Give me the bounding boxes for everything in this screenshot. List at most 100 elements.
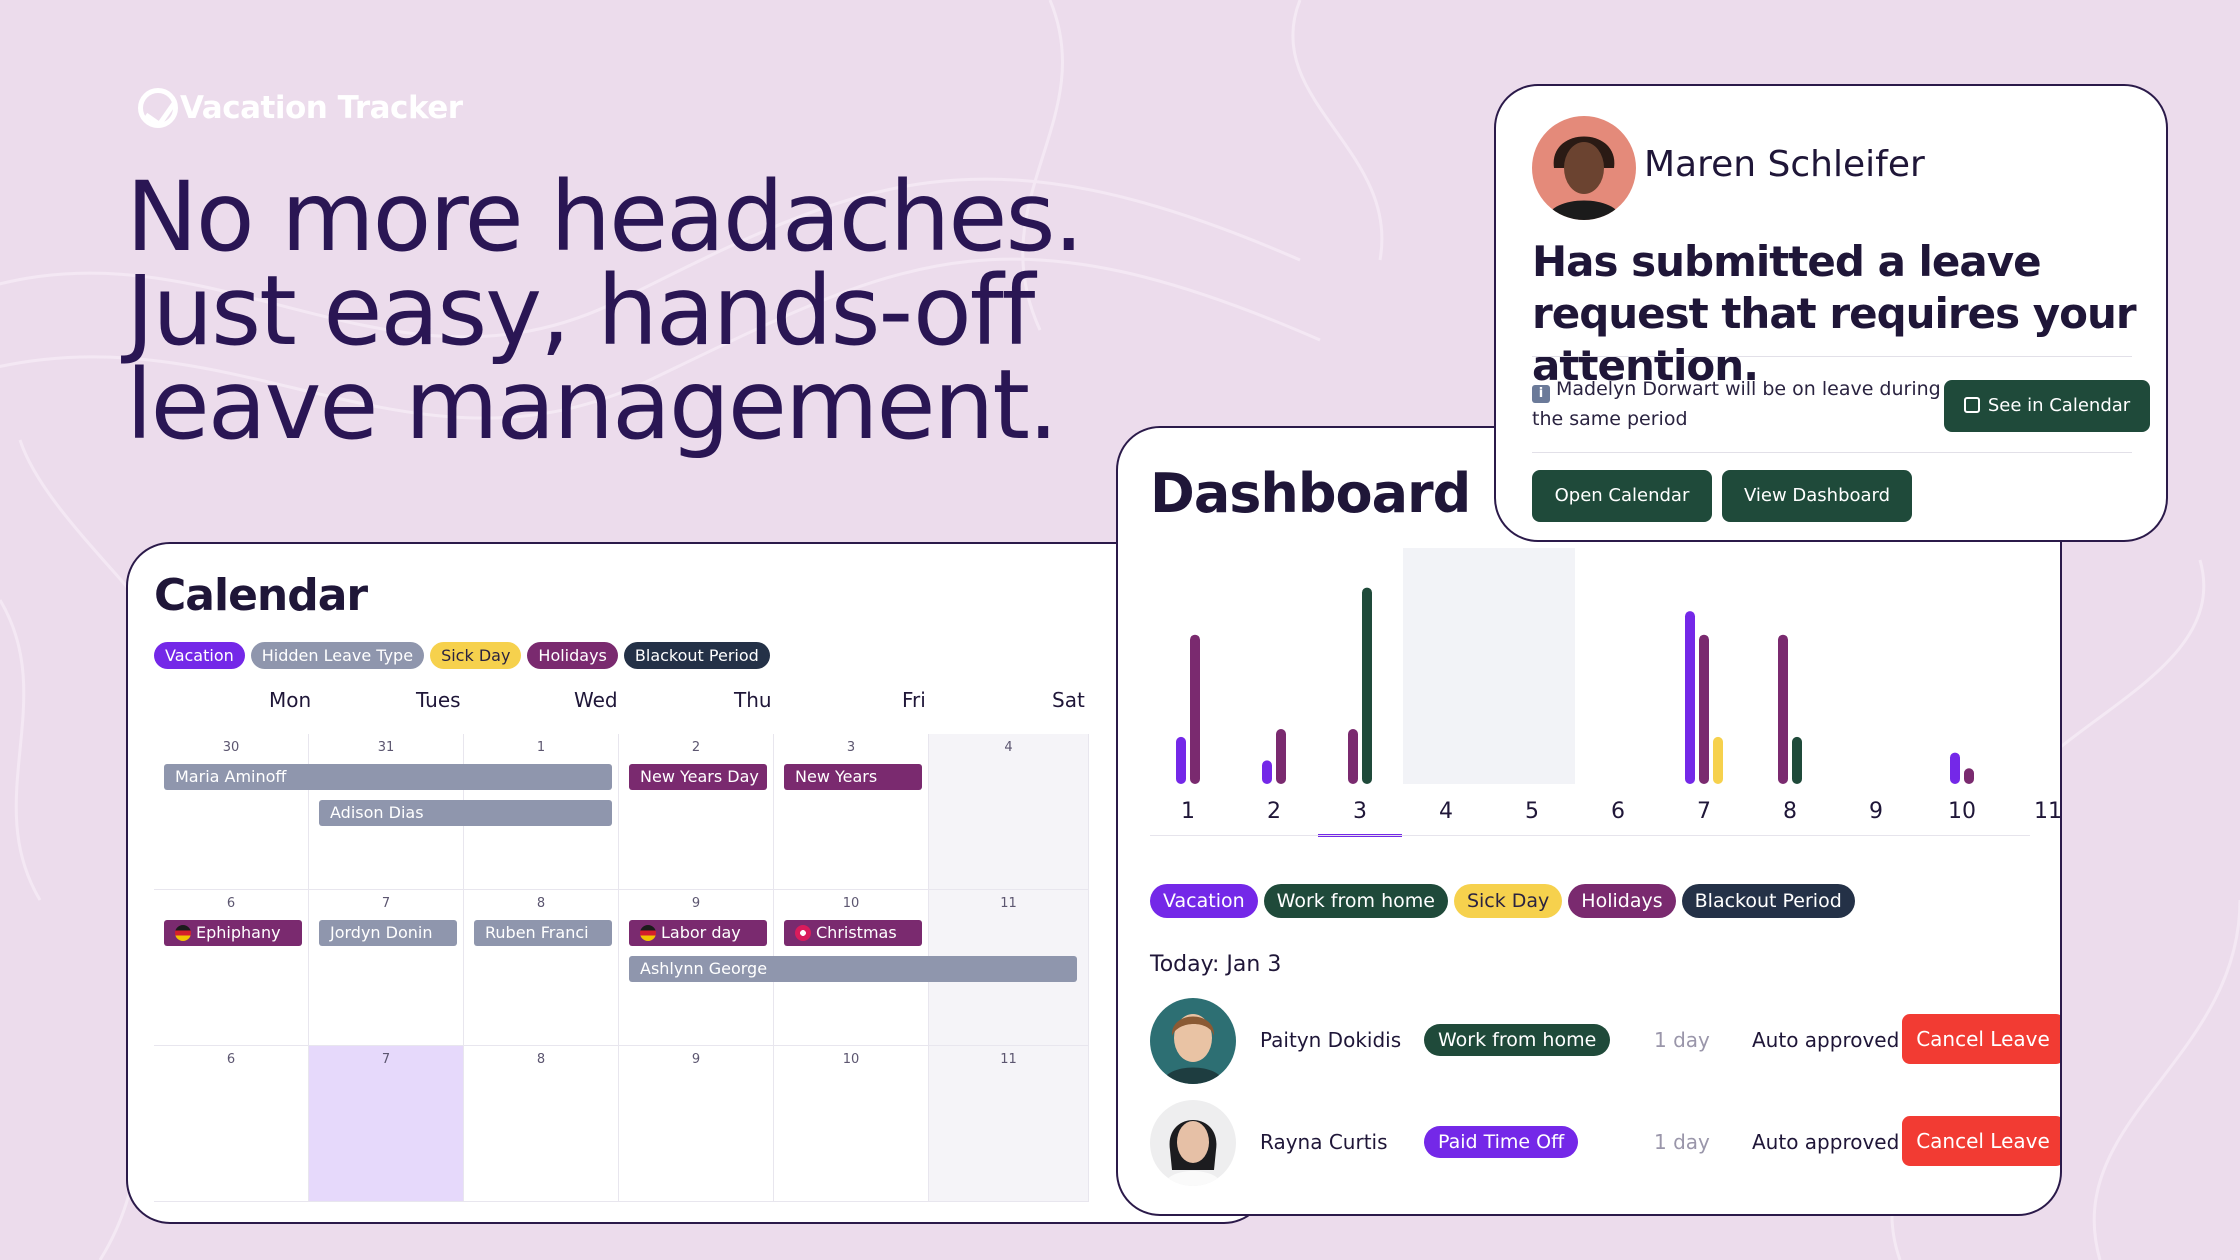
day-number: 8: [536, 896, 546, 911]
chart-bar[interactable]: [1362, 587, 1372, 784]
calendar-day-cell[interactable]: 8: [464, 1046, 619, 1202]
day-number: 11: [1000, 896, 1017, 911]
dashboard-legend: Vacation Work from home Sick Day Holiday…: [1150, 884, 1855, 918]
leave-type-badge: Work from home: [1424, 1024, 1611, 1056]
legend-vacation[interactable]: Vacation: [1150, 884, 1258, 918]
approval-status: Auto approved: [1752, 1028, 1900, 1052]
legend-holidays[interactable]: Holidays: [1568, 884, 1676, 918]
weekday-tues: Tues: [416, 688, 461, 712]
chart-bar[interactable]: [1950, 752, 1960, 784]
x-tick-label[interactable]: 4: [1439, 799, 1453, 824]
calendar-day-cell[interactable]: 11: [929, 1046, 1089, 1202]
view-dashboard-button[interactable]: View Dashboard: [1722, 470, 1912, 522]
open-calendar-button[interactable]: Open Calendar: [1532, 470, 1712, 522]
calendar-event[interactable]: Labor day: [629, 920, 767, 946]
flag-icon: [640, 925, 656, 941]
calendar-day-cell[interactable]: 7: [309, 890, 464, 1046]
legend-holidays[interactable]: Holidays: [527, 642, 618, 669]
chart-bar[interactable]: [1190, 634, 1200, 784]
x-tick-label[interactable]: 10: [1948, 799, 1976, 824]
brand-logo: Vacation Tracker: [138, 88, 463, 128]
calendar-day-cell[interactable]: 6: [154, 890, 309, 1046]
x-tick-label[interactable]: 6: [1611, 799, 1625, 824]
info-icon: i: [1532, 385, 1550, 403]
day-number: 4: [1004, 740, 1013, 755]
calendar-day-cell[interactable]: 3: [774, 734, 929, 890]
day-number: 10: [842, 1052, 860, 1067]
day-number: 7: [381, 1052, 391, 1067]
calendar-day-cell[interactable]: 2: [619, 734, 774, 890]
person-avatar-icon: [1532, 116, 1636, 220]
avatar: [1150, 998, 1236, 1084]
blackout-period-band: [1403, 548, 1575, 784]
cancel-leave-button[interactable]: Cancel Leave: [1902, 1014, 2060, 1064]
chart-bar[interactable]: [1276, 729, 1286, 784]
day-number: 1: [536, 740, 546, 755]
event-label: Labor day: [661, 923, 741, 942]
calendar-event[interactable]: Jordyn Donin: [319, 920, 457, 946]
calendar-event[interactable]: New Years: [784, 764, 922, 790]
employee-name: Rayna Curtis: [1260, 1130, 1388, 1154]
employee-name: Paityn Dokidis: [1260, 1028, 1402, 1052]
x-tick-label[interactable]: 1: [1181, 799, 1195, 824]
calendar-day-cell[interactable]: 9: [619, 1046, 774, 1202]
headline-line-2: Just easy, hands-off: [126, 255, 1035, 367]
cancel-leave-button[interactable]: Cancel Leave: [1902, 1116, 2060, 1166]
calendar-day-cell[interactable]: 8: [464, 890, 619, 1046]
calendar-event[interactable]: New Years Day: [629, 764, 767, 790]
chart-bar[interactable]: [1964, 768, 1974, 784]
calendar-day-cell[interactable]: 6: [154, 1046, 309, 1202]
x-tick-label[interactable]: 11: [2034, 799, 2062, 824]
legend-sick-day[interactable]: Sick Day: [1453, 884, 1563, 918]
day-number: 7: [381, 896, 391, 911]
calendar-event[interactable]: Maria Aminoff: [164, 764, 612, 790]
leave-row: Rayna Curtis Paid Time Off 1 day Auto ap…: [1150, 1100, 2060, 1188]
calendar-event[interactable]: Adison Dias: [319, 800, 612, 826]
calendar-event[interactable]: Ruben Franci: [474, 920, 612, 946]
x-tick-label[interactable]: 3: [1353, 799, 1367, 824]
dashboard-title: Dashboard: [1150, 462, 1471, 525]
chart-bar[interactable]: [1685, 611, 1695, 784]
calendar-day-cell[interactable]: 30: [154, 734, 309, 890]
calendar-event[interactable]: Ashlynn George: [629, 956, 1077, 982]
leave-duration: 1 day: [1654, 1028, 1710, 1052]
calendar-event[interactable]: Christmas: [784, 920, 922, 946]
calendar-day-cell[interactable]: 7: [309, 1046, 464, 1202]
x-tick-label[interactable]: 9: [1869, 799, 1883, 824]
headline-line-1: No more headaches.: [126, 161, 1084, 273]
x-tick-label[interactable]: 2: [1267, 799, 1281, 824]
person-avatar-icon: [1150, 998, 1236, 1084]
legend-blackout-period[interactable]: Blackout Period: [623, 642, 770, 669]
legend-hidden-leave-type[interactable]: Hidden Leave Type: [250, 642, 425, 669]
leave-bar-chart: 1 2 3 4 5 6 7 8 9 10 11: [1150, 548, 2062, 837]
calendar-event[interactable]: Ephiphany: [164, 920, 302, 946]
today-label: Today: Jan 3: [1150, 952, 1282, 977]
calendar-day-cell[interactable]: 4: [929, 734, 1089, 890]
legend-work-from-home[interactable]: Work from home: [1263, 884, 1448, 918]
chart-bar[interactable]: [1176, 736, 1186, 784]
calendar-day-cell[interactable]: 10: [774, 1046, 929, 1202]
legend-vacation[interactable]: Vacation: [154, 642, 245, 669]
requester-name: Maren Schleifer: [1644, 144, 1925, 185]
chart-bar[interactable]: [1778, 634, 1788, 784]
see-in-calendar-button[interactable]: See in Calendar: [1944, 380, 2150, 432]
legend-sick-day[interactable]: Sick Day: [430, 642, 522, 669]
x-tick-label[interactable]: 8: [1783, 799, 1797, 824]
weekday-wed: Wed: [574, 688, 618, 712]
weekday-thu: Thu: [734, 688, 772, 712]
day-number: 9: [691, 896, 701, 911]
chart-baseline: [1150, 835, 2030, 836]
divider: [1532, 452, 2132, 453]
x-tick-label[interactable]: 7: [1697, 799, 1711, 824]
chart-bar[interactable]: [1262, 760, 1272, 784]
legend-blackout-period[interactable]: Blackout Period: [1681, 884, 1855, 918]
x-tick-label[interactable]: 5: [1525, 799, 1539, 824]
chart-bar[interactable]: [1348, 729, 1358, 784]
weekday-fri: Fri: [902, 688, 926, 712]
weekday-sat: Sat: [1052, 688, 1085, 712]
chart-bar[interactable]: [1713, 736, 1723, 784]
chart-bar[interactable]: [1792, 736, 1802, 784]
chart-bar[interactable]: [1699, 634, 1709, 784]
flag-icon: [795, 925, 811, 941]
calendar-card: Calendar Vacation Hidden Leave Type Sick…: [126, 542, 1268, 1224]
